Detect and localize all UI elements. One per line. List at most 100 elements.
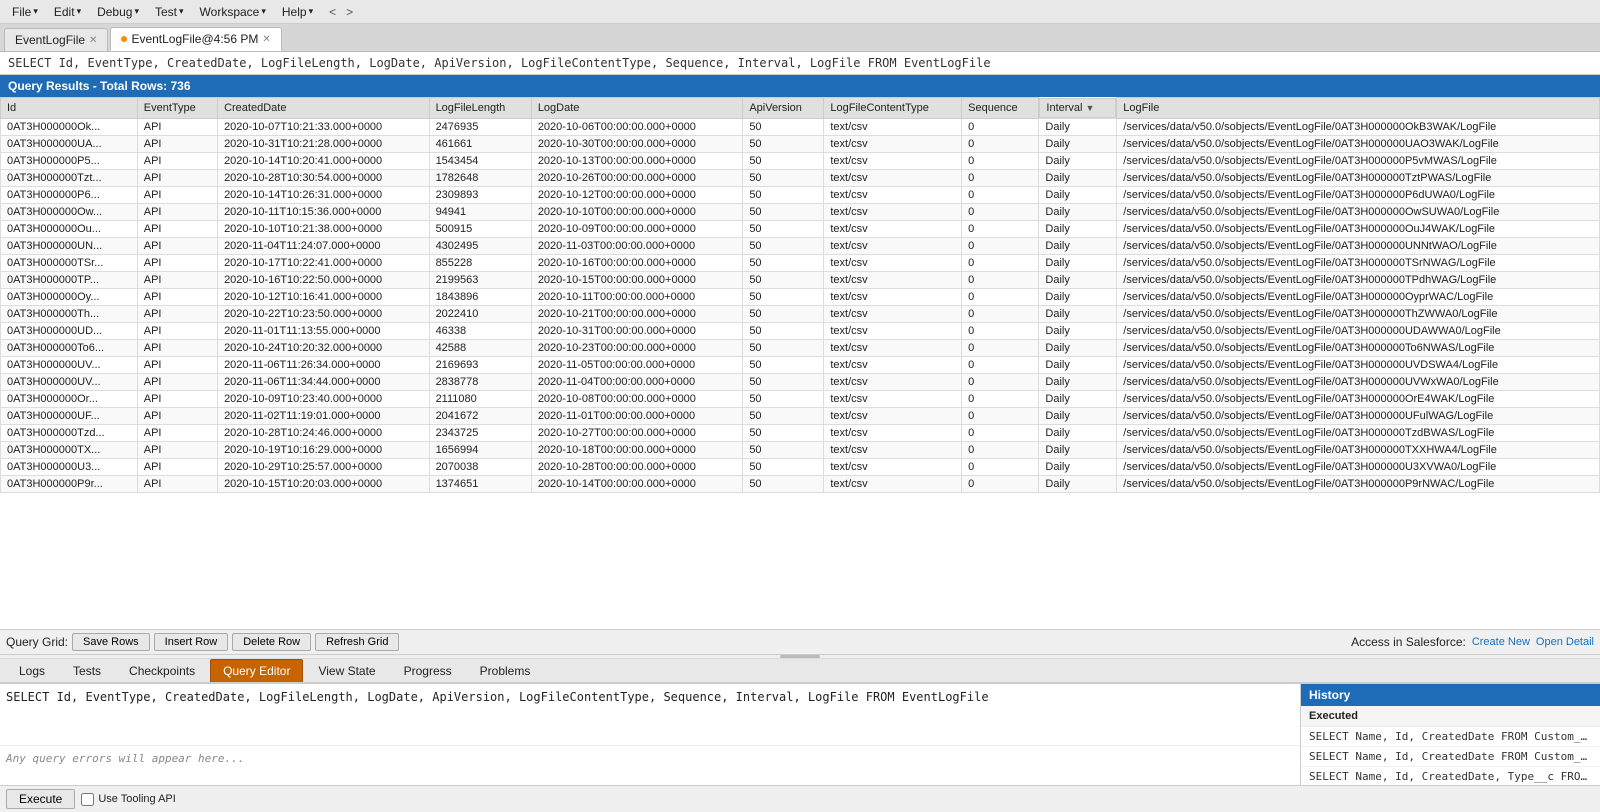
- cell-0-0: 0AT3H000000Ok...: [1, 118, 138, 135]
- table-row[interactable]: 0AT3H000000Oy...API2020-10-12T10:16:41.0…: [1, 288, 1600, 305]
- tab-progress[interactable]: Progress: [391, 659, 465, 682]
- save-rows-button[interactable]: Save Rows: [72, 633, 150, 651]
- cell-2-0: 0AT3H000000P5...: [1, 152, 138, 169]
- cell-17-7: 0: [962, 407, 1039, 424]
- cell-7-5: 50: [743, 237, 824, 254]
- menu-help[interactable]: Help ▾: [274, 3, 321, 21]
- col-sequence[interactable]: Sequence: [962, 98, 1039, 119]
- nav-prev-button[interactable]: <: [325, 3, 340, 21]
- menu-workspace[interactable]: Workspace ▾: [192, 3, 274, 21]
- tab-tests[interactable]: Tests: [60, 659, 114, 682]
- menu-edit[interactable]: Edit ▾: [46, 3, 89, 21]
- cell-9-7: 0: [962, 271, 1039, 288]
- cell-20-4: 2020-10-28T00:00:00.000+0000: [531, 458, 743, 475]
- cell-2-5: 50: [743, 152, 824, 169]
- cell-10-6: text/csv: [824, 288, 962, 305]
- table-row[interactable]: 0AT3H000000P5...API2020-10-14T10:20:41.0…: [1, 152, 1600, 169]
- table-row[interactable]: 0AT3H000000U3...API2020-10-29T10:25:57.0…: [1, 458, 1600, 475]
- table-row[interactable]: 0AT3H000000To6...API2020-10-24T10:20:32.…: [1, 339, 1600, 356]
- cell-14-9: /services/data/v50.0/sobjects/EventLogFi…: [1117, 356, 1600, 373]
- col-logfilelength[interactable]: LogFileLength: [429, 98, 531, 119]
- open-detail-button[interactable]: Open Detail: [1536, 636, 1594, 648]
- col-logdate[interactable]: LogDate: [531, 98, 743, 119]
- table-row[interactable]: 0AT3H000000UA...API2020-10-31T10:21:28.0…: [1, 135, 1600, 152]
- history-item[interactable]: SELECT Name, Id, CreatedDate FROM Custom…: [1301, 747, 1600, 767]
- cell-3-3: 1782648: [429, 169, 531, 186]
- table-row[interactable]: 0AT3H000000Or...API2020-10-09T10:23:40.0…: [1, 390, 1600, 407]
- table-row[interactable]: 0AT3H000000UD...API2020-11-01T11:13:55.0…: [1, 322, 1600, 339]
- cell-8-7: 0: [962, 254, 1039, 271]
- table-row[interactable]: 0AT3H000000UV...API2020-11-06T11:34:44.0…: [1, 373, 1600, 390]
- results-table-container[interactable]: Id EventType CreatedDate LogFileLength L…: [0, 97, 1600, 629]
- cell-7-8: Daily: [1039, 237, 1117, 254]
- cell-13-3: 42588: [429, 339, 531, 356]
- table-row[interactable]: 0AT3H000000Tzd...API2020-10-28T10:24:46.…: [1, 424, 1600, 441]
- execute-button[interactable]: Execute: [6, 789, 75, 809]
- results-header: Query Results - Total Rows: 736: [0, 75, 1600, 97]
- col-logfilecontenttype[interactable]: LogFileContentType: [824, 98, 962, 119]
- cell-5-4: 2020-10-10T00:00:00.000+0000: [531, 203, 743, 220]
- cell-1-7: 0: [962, 135, 1039, 152]
- cell-2-8: Daily: [1039, 152, 1117, 169]
- sql-display-bar: SELECT Id, EventType, CreatedDate, LogFi…: [0, 52, 1600, 75]
- cell-10-0: 0AT3H000000Oy...: [1, 288, 138, 305]
- table-row[interactable]: 0AT3H000000Tzt...API2020-10-28T10:30:54.…: [1, 169, 1600, 186]
- tab-close-active-icon[interactable]: ✕: [262, 34, 270, 45]
- tooling-api-checkbox-label[interactable]: Use Tooling API: [81, 793, 175, 806]
- table-row[interactable]: 0AT3H000000Ow...API2020-10-11T10:15:36.0…: [1, 203, 1600, 220]
- cell-17-9: /services/data/v50.0/sobjects/EventLogFi…: [1117, 407, 1600, 424]
- history-item[interactable]: SELECT Name, Id, CreatedDate FROM Custom…: [1301, 727, 1600, 747]
- cell-15-9: /services/data/v50.0/sobjects/EventLogFi…: [1117, 373, 1600, 390]
- col-logfile[interactable]: LogFile: [1117, 98, 1600, 119]
- table-row[interactable]: 0AT3H000000Ou...API2020-10-10T10:21:38.0…: [1, 220, 1600, 237]
- cell-14-7: 0: [962, 356, 1039, 373]
- cell-6-2: 2020-10-10T10:21:38.000+0000: [218, 220, 430, 237]
- tab-problems[interactable]: Problems: [467, 659, 544, 682]
- cell-2-4: 2020-10-13T00:00:00.000+0000: [531, 152, 743, 169]
- col-interval[interactable]: Interval ▼: [1039, 98, 1116, 118]
- cell-9-5: 50: [743, 271, 824, 288]
- tab-logs[interactable]: Logs: [6, 659, 58, 682]
- tooling-api-checkbox[interactable]: [81, 793, 94, 806]
- table-row[interactable]: 0AT3H000000TP...API2020-10-16T10:22:50.0…: [1, 271, 1600, 288]
- query-editor-textarea[interactable]: [0, 684, 1300, 745]
- cell-4-4: 2020-10-12T00:00:00.000+0000: [531, 186, 743, 203]
- cell-13-2: 2020-10-24T10:20:32.000+0000: [218, 339, 430, 356]
- menu-debug[interactable]: Debug ▾: [89, 3, 147, 21]
- cell-17-6: text/csv: [824, 407, 962, 424]
- menu-file[interactable]: File ▾: [4, 3, 46, 21]
- col-id[interactable]: Id: [1, 98, 138, 119]
- history-item[interactable]: SELECT Name, Id, CreatedDate, Type__c FR…: [1301, 767, 1600, 785]
- table-row[interactable]: 0AT3H000000TSr...API2020-10-17T10:22:41.…: [1, 254, 1600, 271]
- create-new-button[interactable]: Create New: [1472, 636, 1530, 648]
- col-eventtype[interactable]: EventType: [137, 98, 217, 119]
- tab-close-icon[interactable]: ✕: [89, 35, 97, 46]
- table-row[interactable]: 0AT3H000000Ok...API2020-10-07T10:21:33.0…: [1, 118, 1600, 135]
- table-row[interactable]: 0AT3H000000UN...API2020-11-04T11:24:07.0…: [1, 237, 1600, 254]
- tab-checkpoints[interactable]: Checkpoints: [116, 659, 208, 682]
- table-row[interactable]: 0AT3H000000Th...API2020-10-22T10:23:50.0…: [1, 305, 1600, 322]
- table-row[interactable]: 0AT3H000000UF...API2020-11-02T11:19:01.0…: [1, 407, 1600, 424]
- tab-eventlogfile[interactable]: EventLogFile ✕: [4, 28, 108, 51]
- cell-16-4: 2020-10-08T00:00:00.000+0000: [531, 390, 743, 407]
- table-row[interactable]: 0AT3H000000UV...API2020-11-06T11:26:34.0…: [1, 356, 1600, 373]
- cell-16-2: 2020-10-09T10:23:40.000+0000: [218, 390, 430, 407]
- table-body: 0AT3H000000Ok...API2020-10-07T10:21:33.0…: [1, 118, 1600, 492]
- cell-19-4: 2020-10-18T00:00:00.000+0000: [531, 441, 743, 458]
- tab-eventlogfile-timestamp[interactable]: EventLogFile@4:56 PM ✕: [110, 27, 281, 51]
- tab-view-state[interactable]: View State: [305, 659, 388, 682]
- col-apiversion[interactable]: ApiVersion: [743, 98, 824, 119]
- col-createddate[interactable]: CreatedDate: [218, 98, 430, 119]
- table-row[interactable]: 0AT3H000000P6...API2020-10-14T10:26:31.0…: [1, 186, 1600, 203]
- table-row[interactable]: 0AT3H000000P9r...API2020-10-15T10:20:03.…: [1, 475, 1600, 492]
- cell-15-7: 0: [962, 373, 1039, 390]
- table-row[interactable]: 0AT3H000000TX...API2020-10-19T10:16:29.0…: [1, 441, 1600, 458]
- menu-test[interactable]: Test ▾: [147, 3, 192, 21]
- refresh-grid-button[interactable]: Refresh Grid: [315, 633, 399, 651]
- nav-next-button[interactable]: >: [342, 3, 357, 21]
- cell-16-1: API: [137, 390, 217, 407]
- insert-row-button[interactable]: Insert Row: [154, 633, 229, 651]
- tab-query-editor[interactable]: Query Editor: [210, 659, 303, 682]
- delete-row-button[interactable]: Delete Row: [232, 633, 311, 651]
- cell-12-1: API: [137, 322, 217, 339]
